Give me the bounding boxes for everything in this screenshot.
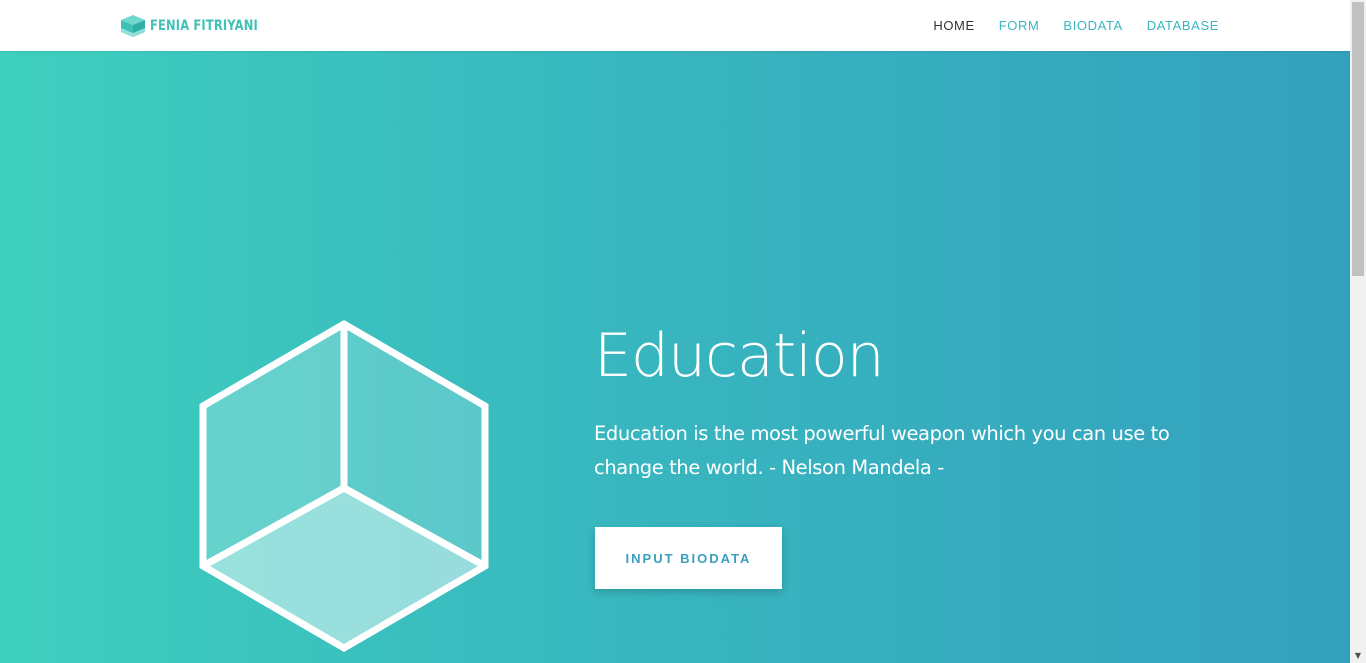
hero-quote: Education is the most powerful weapon wh… [594, 422, 1170, 479]
hero-section: Education Education is the most powerful… [0, 51, 1350, 663]
brand-link[interactable]: FENIA FITRIYANI [120, 14, 282, 38]
scrollbar-thumb[interactable] [1352, 2, 1364, 276]
cube-outline-icon [199, 319, 489, 653]
nav-biodata[interactable]: BIODATA [1063, 18, 1122, 33]
cube-icon [121, 15, 145, 37]
page: FENIA FITRIYANI HOME FORM BIODATA DATABA… [0, 0, 1366, 663]
main-nav: HOME FORM BIODATA DATABASE [909, 18, 1219, 33]
nav-form[interactable]: FORM [999, 18, 1040, 33]
vertical-scrollbar[interactable]: ▲ ▼ [1350, 0, 1366, 663]
nav-database[interactable]: DATABASE [1147, 18, 1219, 33]
brand-name: FENIA FITRIYANI [150, 18, 258, 34]
hero-title: Education [594, 321, 885, 391]
input-biodata-button[interactable]: INPUT BIODATA [595, 527, 782, 589]
nav-home[interactable]: HOME [933, 18, 974, 33]
scroll-down-icon[interactable]: ▼ [1350, 649, 1366, 663]
navbar: FENIA FITRIYANI HOME FORM BIODATA DATABA… [0, 0, 1350, 51]
